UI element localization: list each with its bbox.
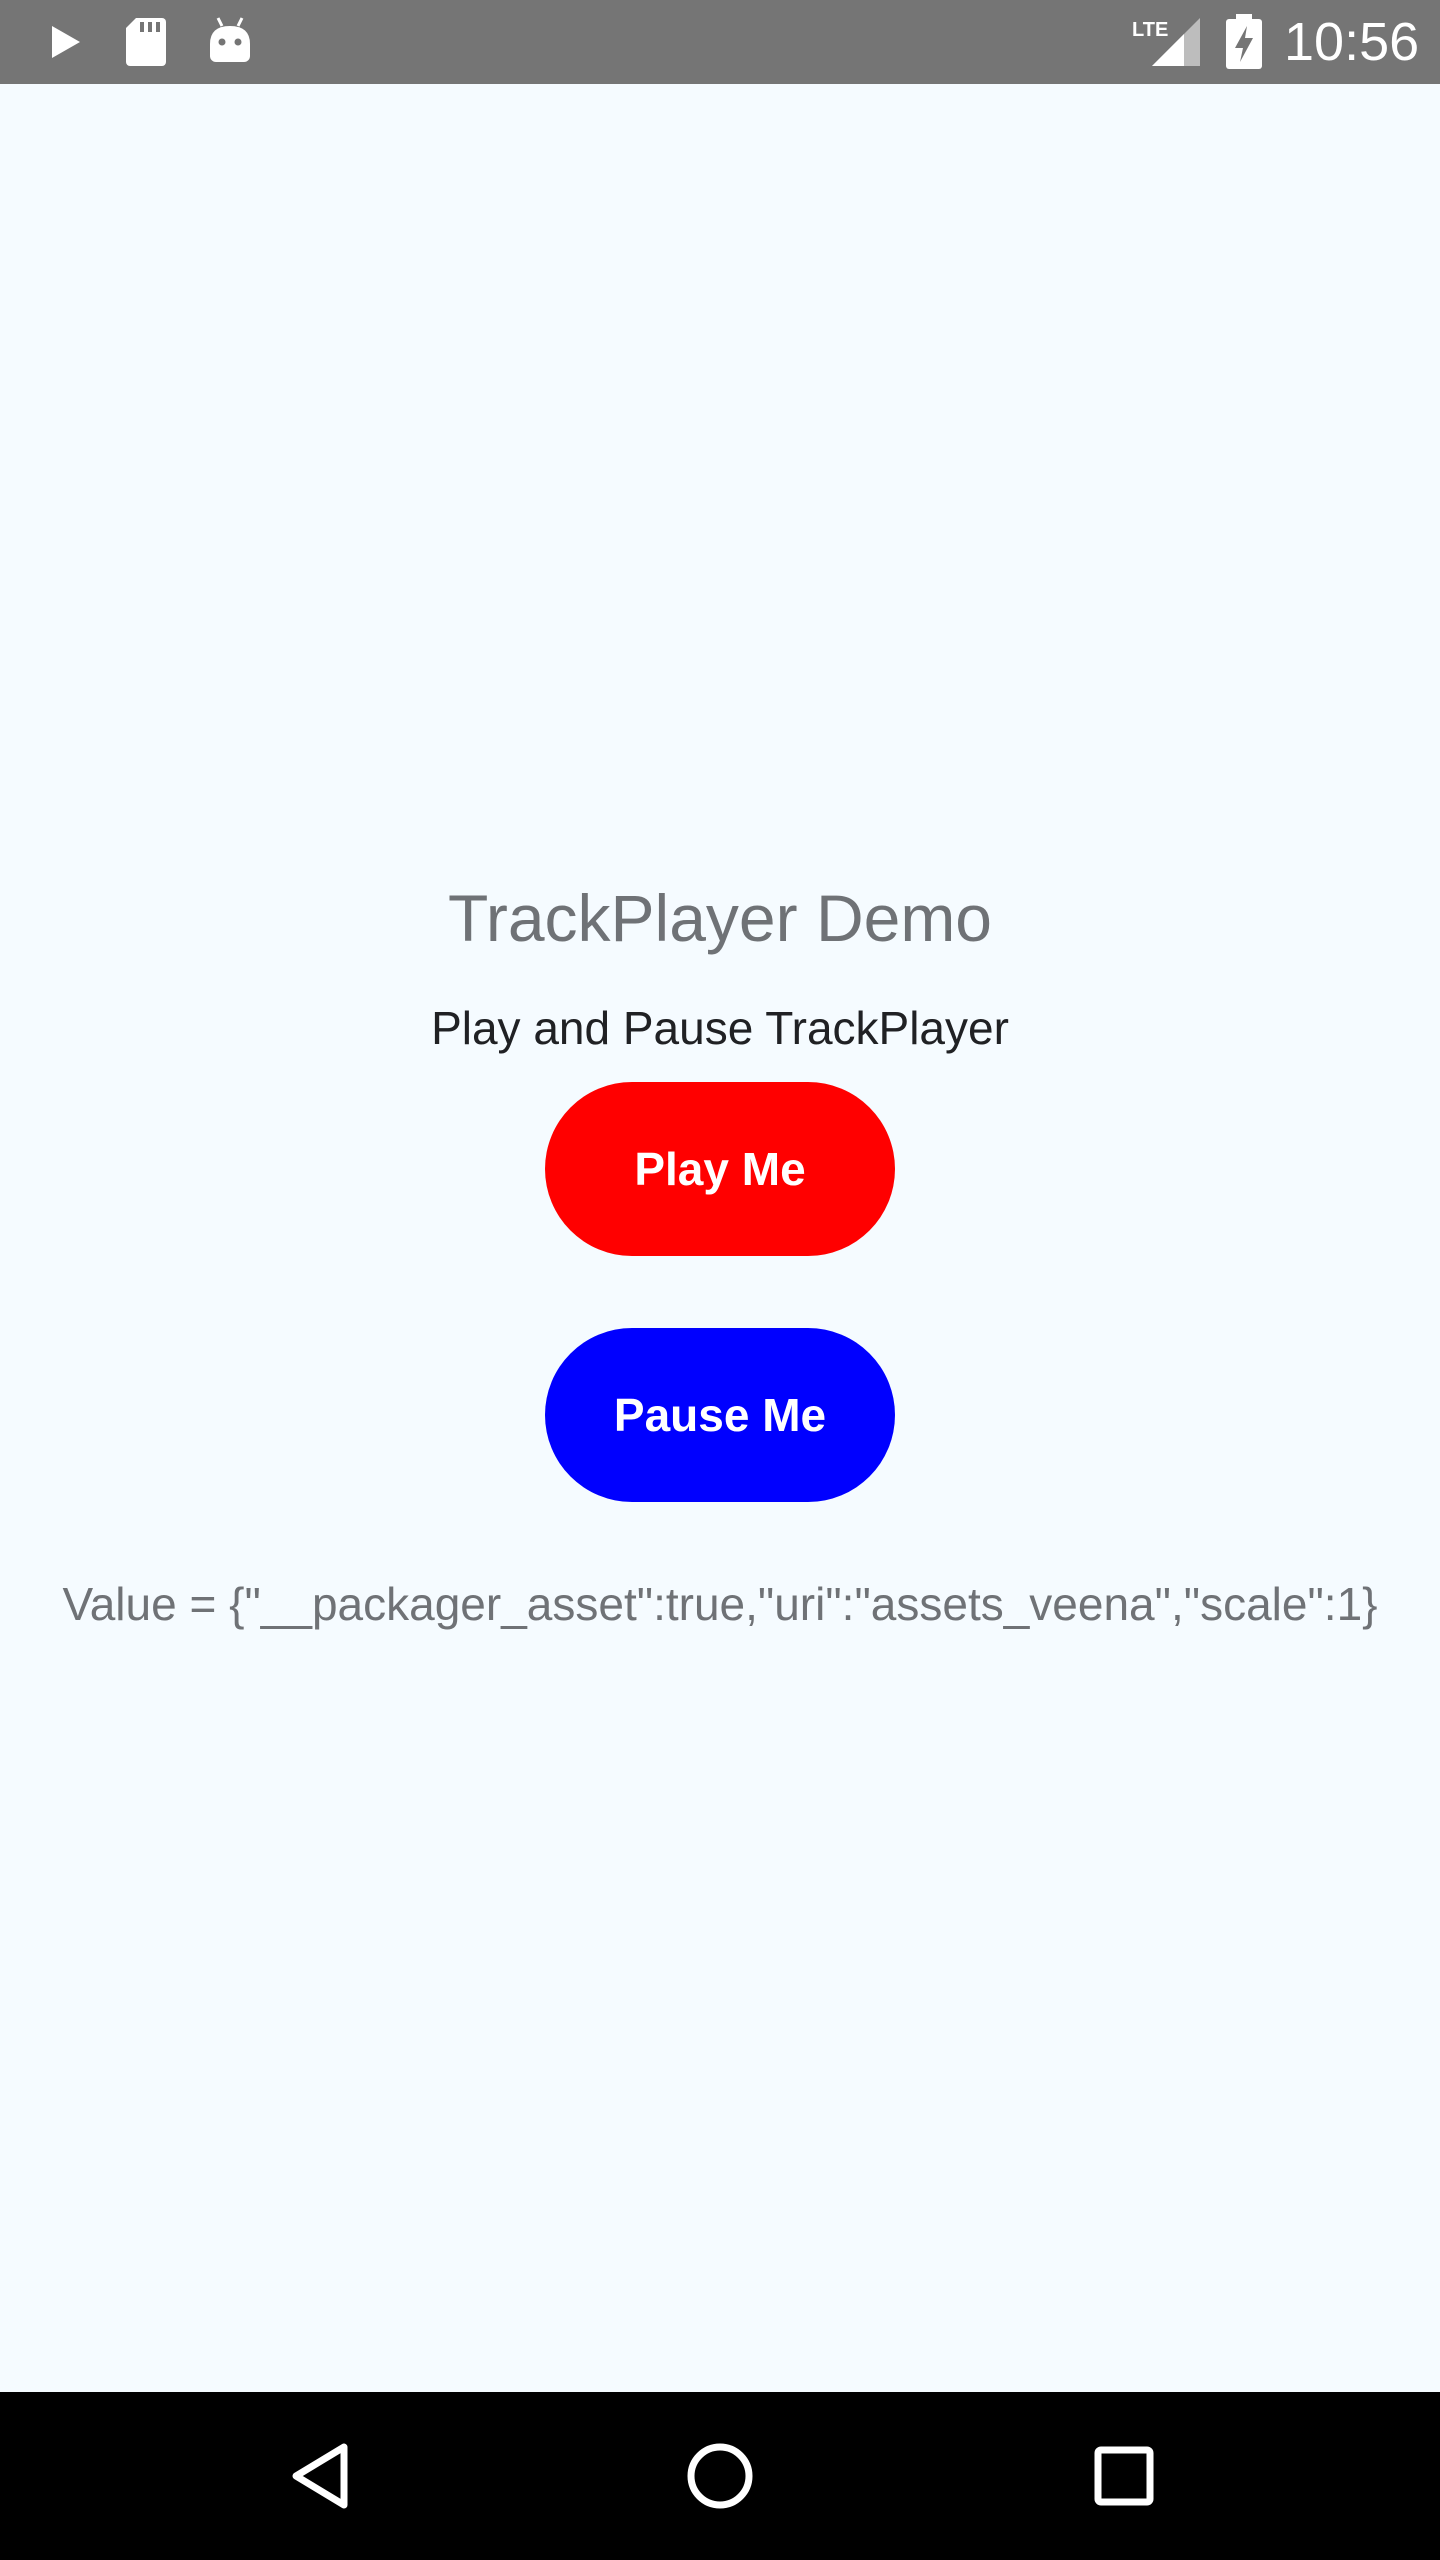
android-icon	[210, 17, 250, 62]
sd-card-icon	[126, 18, 166, 66]
lte-signal-icon: LTE	[1132, 18, 1200, 66]
play-icon	[52, 26, 80, 58]
pause-button[interactable]: Pause Me	[545, 1328, 895, 1502]
value-readout: Value = {"__packager_asset":true,"uri":"…	[62, 1578, 1378, 1630]
home-icon	[687, 2443, 753, 2509]
status-bar: LTE 10:56	[0, 0, 1440, 84]
recents-icon	[1094, 2446, 1154, 2506]
home-button[interactable]	[670, 2426, 770, 2526]
recents-button[interactable]	[1074, 2426, 1174, 2526]
back-button[interactable]	[270, 2426, 370, 2526]
lte-label: LTE	[1132, 19, 1168, 41]
navigation-bar	[0, 2392, 1440, 2560]
screen: LTE 10:56 TrackPlayer Demo Play and Paus…	[0, 0, 1440, 2560]
page-subtitle: Play and Pause TrackPlayer	[431, 1002, 1009, 1054]
battery-charging-icon	[1226, 14, 1262, 69]
status-time: 10:56	[1284, 12, 1420, 72]
play-button[interactable]: Play Me	[545, 1082, 895, 1256]
back-icon	[292, 2443, 348, 2509]
page-title: TrackPlayer Demo	[447, 881, 993, 955]
main-content: TrackPlayer Demo Play and Pause TrackPla…	[0, 84, 1440, 2392]
